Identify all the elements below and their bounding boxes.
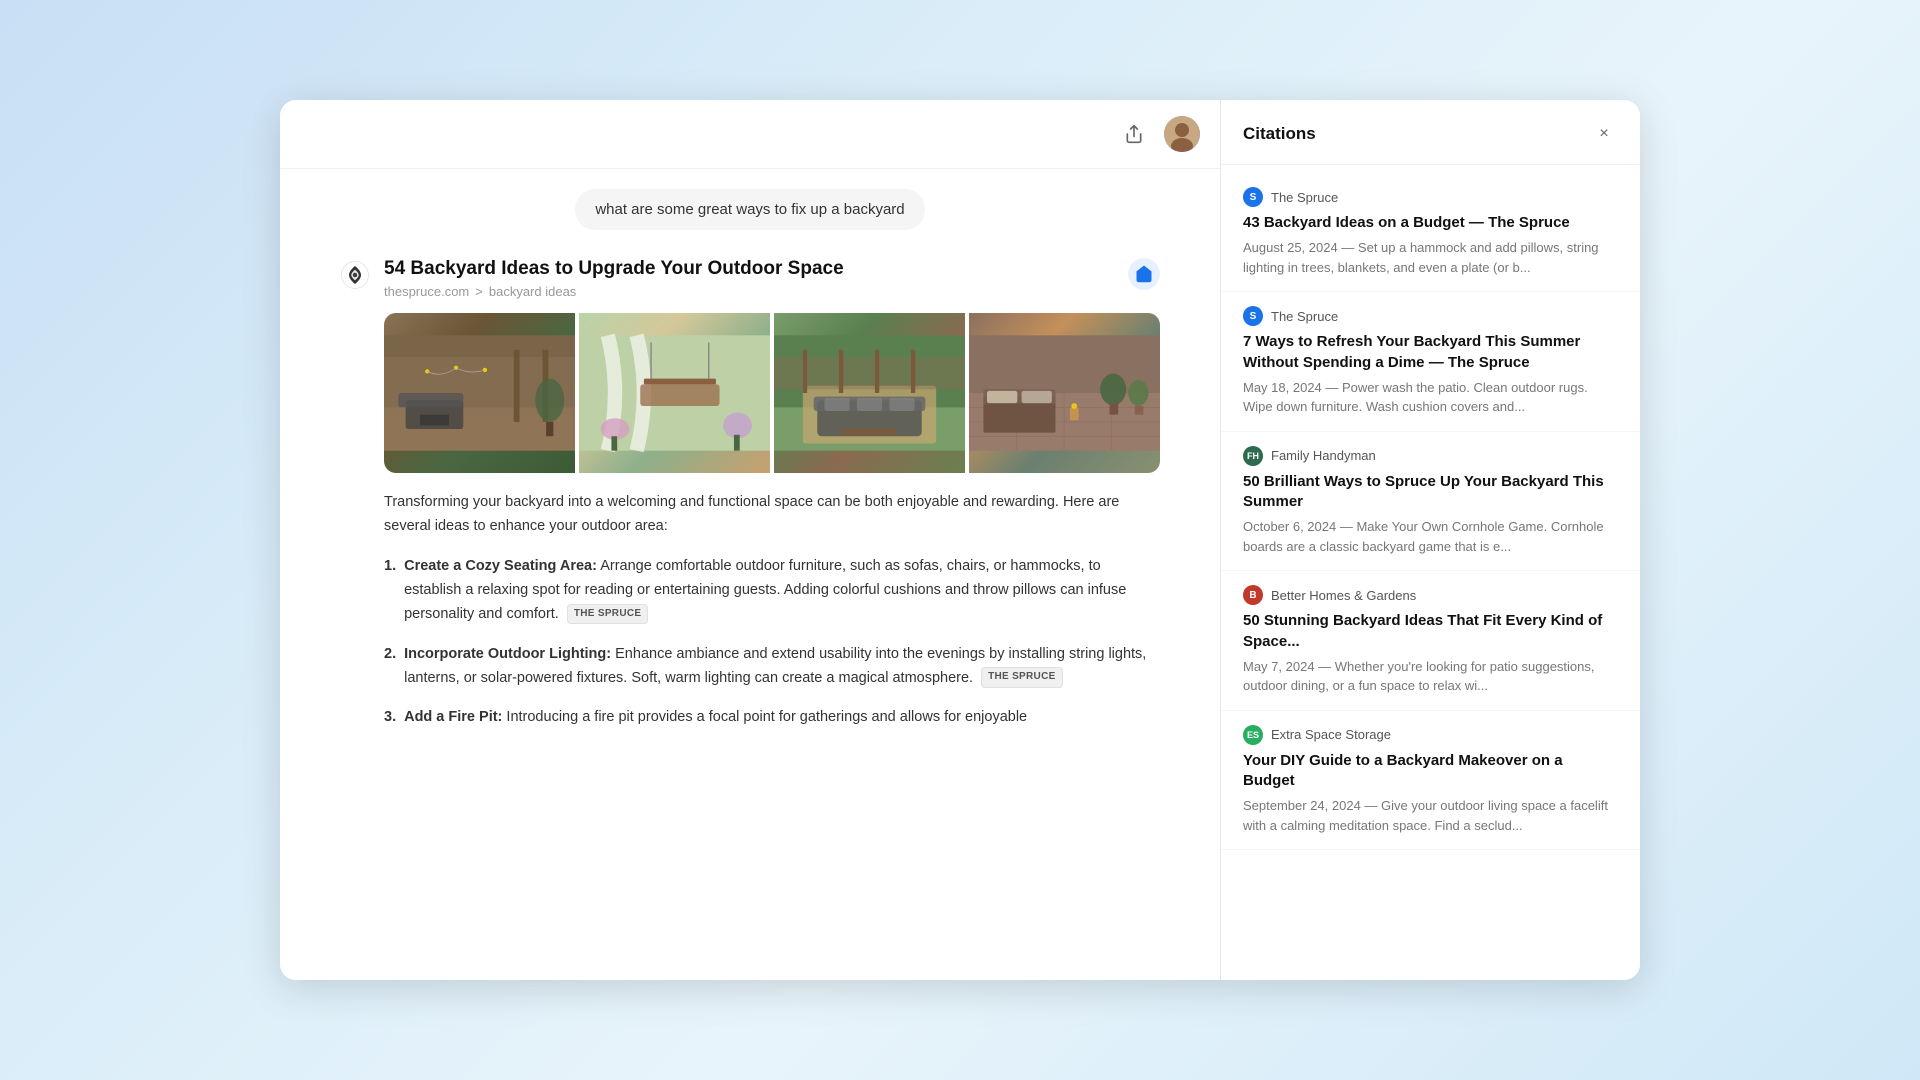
- breadcrumb-path: backyard ideas: [489, 284, 576, 299]
- user-message: what are some great ways to fix up a bac…: [575, 189, 924, 230]
- list-heading-2: Incorporate Outdoor Lighting:: [404, 646, 611, 662]
- list-item: 1. Create a Cozy Seating Area: Arrange c…: [384, 555, 1160, 627]
- citation-badge-1[interactable]: THE SPRUCE: [567, 604, 648, 625]
- response-body: 54 Backyard Ideas to Upgrade Your Outdoo…: [384, 258, 1160, 746]
- list-text-3: Introducing a fire pit provides a focal …: [506, 709, 1027, 725]
- citation-item[interactable]: ES Extra Space Storage Your DIY Guide to…: [1221, 711, 1640, 851]
- result-title-section: 54 Backyard Ideas to Upgrade Your Outdoo…: [384, 258, 844, 313]
- citations-header: Citations ×: [1221, 100, 1640, 165]
- breadcrumb-site: thespruce.com: [384, 284, 469, 299]
- source-name-1: The Spruce: [1271, 190, 1338, 205]
- bookmark-button[interactable]: [1128, 258, 1160, 290]
- ai-response: 54 Backyard Ideas to Upgrade Your Outdoo…: [340, 258, 1160, 746]
- source-name-2: The Spruce: [1271, 309, 1338, 324]
- breadcrumb-sep: >: [475, 284, 483, 299]
- source-icon-bhg: B: [1243, 585, 1263, 605]
- list-num-1: 1.: [384, 555, 396, 627]
- response-description: Transforming your backyard into a welcom…: [384, 491, 1160, 539]
- citation-snippet-4: May 7, 2024 — Whether you're looking for…: [1243, 657, 1618, 696]
- chat-header: [280, 100, 1220, 169]
- source-icon-fh: FH: [1243, 446, 1263, 466]
- source-name-3: Family Handyman: [1271, 448, 1376, 463]
- list-num-3: 3.: [384, 706, 396, 730]
- main-area: what are some great ways to fix up a bac…: [280, 100, 1220, 980]
- citation-item[interactable]: FH Family Handyman 50 Brilliant Ways to …: [1221, 432, 1640, 572]
- result-title: 54 Backyard Ideas to Upgrade Your Outdoo…: [384, 258, 844, 280]
- citation-title-5: Your DIY Guide to a Backyard Makeover on…: [1243, 751, 1618, 792]
- citation-snippet-2: May 18, 2024 — Power wash the patio. Cle…: [1243, 378, 1618, 417]
- citation-source-2: S The Spruce: [1243, 306, 1618, 326]
- citation-title-1: 43 Backyard Ideas on a Budget — The Spru…: [1243, 213, 1618, 233]
- citations-title: Citations: [1243, 124, 1316, 144]
- citation-source-5: ES Extra Space Storage: [1243, 725, 1618, 745]
- citation-title-4: 50 Stunning Backyard Ideas That Fit Ever…: [1243, 611, 1618, 652]
- backyard-image-3: [774, 313, 965, 473]
- result-breadcrumb[interactable]: thespruce.com > backyard ideas: [384, 284, 844, 299]
- user-message-container: what are some great ways to fix up a bac…: [340, 189, 1160, 230]
- share-button[interactable]: [1116, 116, 1152, 152]
- source-icon-spruce-1: S: [1243, 187, 1263, 207]
- citation-source-3: FH Family Handyman: [1243, 446, 1618, 466]
- source-icon-spruce-2: S: [1243, 306, 1263, 326]
- list-item: 2. Incorporate Outdoor Lighting: Enhance…: [384, 643, 1160, 691]
- close-citations-button[interactable]: ×: [1590, 120, 1618, 148]
- citation-badge-2[interactable]: THE SPRUCE: [981, 667, 1062, 688]
- citation-snippet-1: August 25, 2024 — Set up a hammock and a…: [1243, 238, 1618, 277]
- backyard-image-1: [384, 313, 575, 473]
- source-name-5: Extra Space Storage: [1271, 727, 1391, 742]
- citation-snippet-3: October 6, 2024 — Make Your Own Cornhole…: [1243, 517, 1618, 556]
- backyard-image-2: [579, 313, 770, 473]
- list-heading-1: Create a Cozy Seating Area:: [404, 558, 597, 574]
- backyard-image-4: [969, 313, 1160, 473]
- source-icon-ess: ES: [1243, 725, 1263, 745]
- citation-snippet-5: September 24, 2024 — Give your outdoor l…: [1243, 796, 1618, 835]
- result-header: 54 Backyard Ideas to Upgrade Your Outdoo…: [384, 258, 1160, 313]
- list-content-2: Incorporate Outdoor Lighting: Enhance am…: [404, 643, 1160, 691]
- chat-content: what are some great ways to fix up a bac…: [280, 169, 1220, 980]
- citations-panel: Citations × S The Spruce 43 Backyard Ide…: [1220, 100, 1640, 980]
- citation-source-4: B Better Homes & Gardens: [1243, 585, 1618, 605]
- citations-list: S The Spruce 43 Backyard Ideas on a Budg…: [1221, 165, 1640, 980]
- avatar[interactable]: [1164, 116, 1200, 152]
- citation-item[interactable]: B Better Homes & Gardens 50 Stunning Bac…: [1221, 571, 1640, 711]
- list-content-3: Add a Fire Pit: Introducing a fire pit p…: [404, 706, 1027, 730]
- list-content-1: Create a Cozy Seating Area: Arrange comf…: [404, 555, 1160, 627]
- citation-title-3: 50 Brilliant Ways to Spruce Up Your Back…: [1243, 472, 1618, 513]
- citation-title-2: 7 Ways to Refresh Your Backyard This Sum…: [1243, 332, 1618, 373]
- images-grid: [384, 313, 1160, 473]
- citation-item[interactable]: S The Spruce 43 Backyard Ideas on a Budg…: [1221, 173, 1640, 292]
- close-icon: ×: [1599, 125, 1608, 143]
- list-item: 3. Add a Fire Pit: Introducing a fire pi…: [384, 706, 1160, 730]
- citation-item[interactable]: S The Spruce 7 Ways to Refresh Your Back…: [1221, 292, 1640, 432]
- list-heading-3: Add a Fire Pit:: [404, 709, 502, 725]
- source-name-4: Better Homes & Gardens: [1271, 588, 1416, 603]
- app-container: what are some great ways to fix up a bac…: [280, 100, 1640, 980]
- list-items: 1. Create a Cozy Seating Area: Arrange c…: [384, 555, 1160, 731]
- ai-icon: [340, 260, 370, 290]
- list-num-2: 2.: [384, 643, 396, 691]
- citation-source-1: S The Spruce: [1243, 187, 1618, 207]
- user-message-text: what are some great ways to fix up a bac…: [595, 201, 904, 218]
